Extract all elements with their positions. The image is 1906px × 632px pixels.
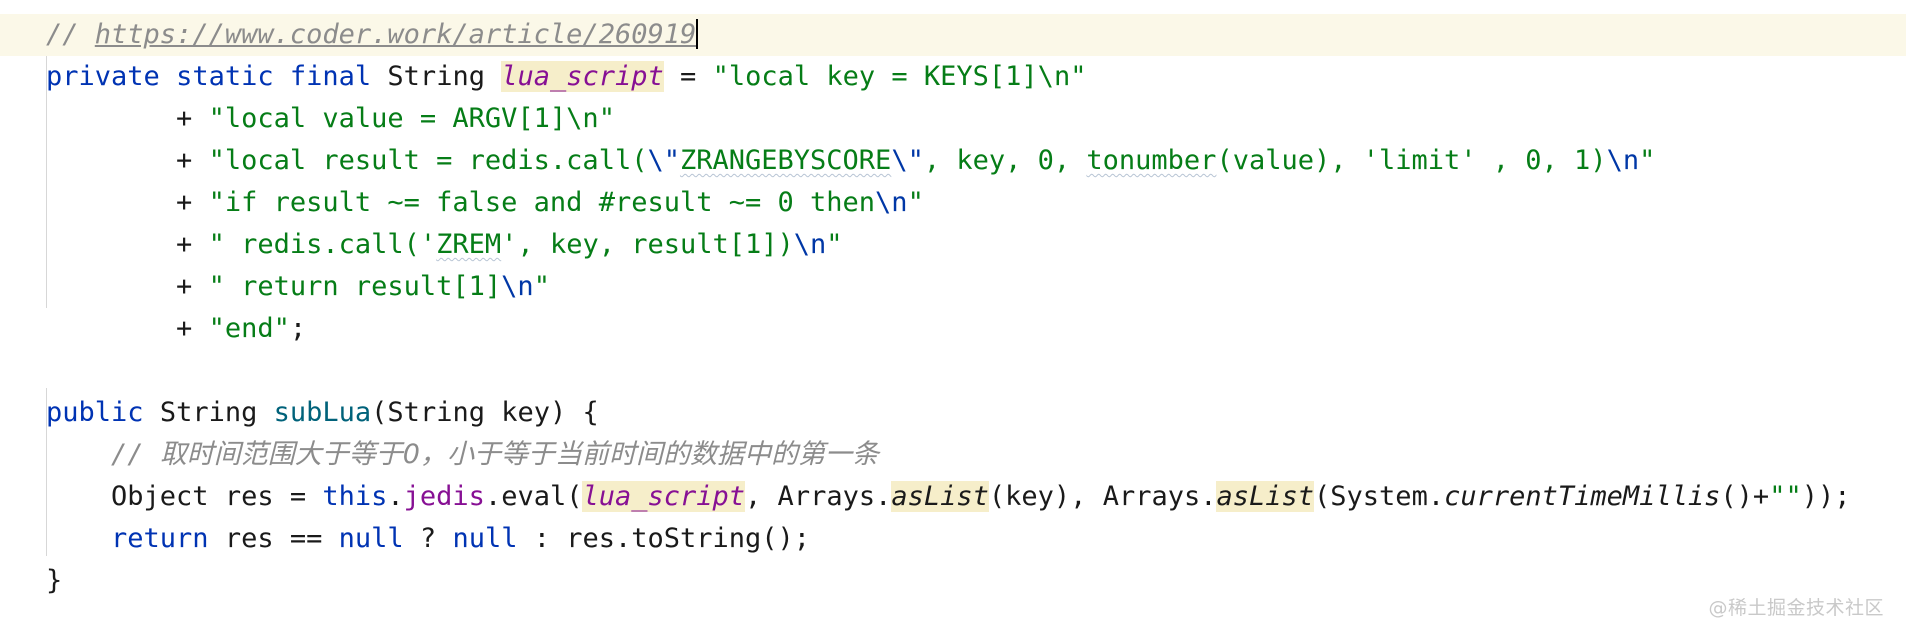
operator-plus: + xyxy=(176,313,209,344)
code-part: ()+ xyxy=(1720,481,1770,512)
operator-plus: + xyxy=(176,145,209,176)
static-method-currenttimemillis[interactable]: currentTimeMillis xyxy=(1444,481,1720,512)
empty-string-literal: "" xyxy=(1769,481,1802,512)
string-literal: "local key = KEYS[1]\n" xyxy=(712,61,1087,92)
type-string: String xyxy=(387,61,485,92)
string-literal: "local value = ARGV[1]\n" xyxy=(208,103,615,134)
code-line-7[interactable]: + " return result[1]\n" xyxy=(0,266,1906,308)
code-part: : res.toString(); xyxy=(517,523,811,554)
code-line-5[interactable]: + "if result ~= false and #result ~= 0 t… xyxy=(0,182,1906,224)
operator-plus: + xyxy=(176,229,209,260)
method-name-sublua[interactable]: subLua xyxy=(274,397,372,428)
keyword-static: static xyxy=(176,61,274,92)
text-caret xyxy=(696,19,699,49)
keyword-final: final xyxy=(289,61,372,92)
code-line-11[interactable]: // 取时间范围大于等于0，小于等于当前时间的数据中的第一条 xyxy=(0,434,1906,476)
string-part: " xyxy=(1639,145,1656,176)
escape-sequence: \n xyxy=(501,271,534,302)
string-part: (value), 'limit' , 0, 1) xyxy=(1216,145,1607,176)
string-part: " xyxy=(907,187,924,218)
code-lines-container[interactable]: // https://www.coder.work/article/260919… xyxy=(0,14,1906,602)
code-line-9-blank[interactable] xyxy=(0,350,1906,392)
method-call-eval: .eval( xyxy=(484,481,583,512)
field-jedis[interactable]: jedis xyxy=(404,481,485,512)
closing-brace: } xyxy=(46,565,63,596)
string-part: "if result ~= false and #result ~= 0 the… xyxy=(208,187,876,218)
semicolon: ; xyxy=(289,313,307,344)
keyword-this: this xyxy=(322,481,388,512)
escape-sequence: \" xyxy=(891,145,924,176)
code-part: )); xyxy=(1801,481,1851,512)
dot-separator: . xyxy=(387,481,404,512)
operator-plus: + xyxy=(176,271,209,302)
code-line-14[interactable]: } xyxy=(0,560,1906,602)
method-params: (String key) { xyxy=(371,397,599,428)
string-literal: "end" xyxy=(208,313,290,344)
string-part: " redis.call(' xyxy=(208,229,437,260)
escape-sequence: \n xyxy=(793,229,827,260)
string-part: "local result = redis.call( xyxy=(208,145,648,176)
escape-sequence: \" xyxy=(647,145,680,176)
spellcheck-zrangebyscore: ZRANGEBYSCORE xyxy=(679,145,892,176)
static-method-aslist-2[interactable]: asList xyxy=(1216,481,1315,512)
code-editor[interactable]: // https://www.coder.work/article/260919… xyxy=(0,0,1906,632)
code-line-13[interactable]: return res == null ? null : res.toString… xyxy=(0,518,1906,560)
operator-plus: + xyxy=(176,187,209,218)
comment-marker: // xyxy=(46,19,95,50)
keyword-return: return xyxy=(111,523,209,554)
declaration-object-res: Object res = xyxy=(111,481,323,512)
code-line-2[interactable]: private static final String lua_script =… xyxy=(0,56,1906,98)
keyword-private: private xyxy=(46,61,160,92)
comment-marker: // xyxy=(111,439,160,470)
spellcheck-zrem: ZREM xyxy=(436,229,502,260)
code-part: (System. xyxy=(1314,481,1445,512)
string-part: " xyxy=(533,271,550,302)
type-string: String xyxy=(159,397,258,428)
ternary-question: ? xyxy=(403,523,453,554)
variable-lua-script[interactable]: lua_script xyxy=(582,481,746,512)
comment-text-cjk: 取时间范围大于等于0，小于等于当前时间的数据中的第一条 xyxy=(159,439,879,470)
code-line-6[interactable]: + " redis.call('ZREM', key, result[1])\n… xyxy=(0,224,1906,266)
string-part: " return result[1] xyxy=(208,271,502,302)
spellcheck-tonumber: tonumber xyxy=(1086,145,1217,176)
operator-plus: + xyxy=(176,103,209,134)
static-method-aslist-1[interactable]: asList xyxy=(891,481,989,512)
code-line-8[interactable]: + "end"; xyxy=(0,308,1906,350)
variable-lua-script[interactable]: lua_script xyxy=(501,61,664,92)
code-line-10[interactable]: public String subLua(String key) { xyxy=(0,392,1906,434)
operator-equals: = xyxy=(663,61,713,92)
code-line-1[interactable]: // https://www.coder.work/article/260919 xyxy=(0,14,1906,56)
code-line-4[interactable]: + "local result = redis.call(\"ZRANGEBYS… xyxy=(0,140,1906,182)
code-part: , Arrays. xyxy=(745,481,892,512)
keyword-null-2: null xyxy=(452,523,518,554)
escape-sequence: \n xyxy=(875,187,908,218)
string-part: ', key, result[1]) xyxy=(501,229,794,260)
code-part: res == xyxy=(208,523,339,554)
watermark: @稀土掘金技术社区 xyxy=(1708,597,1884,619)
string-part: " xyxy=(826,229,843,260)
code-part: (key), Arrays. xyxy=(988,481,1217,512)
code-line-12[interactable]: Object res = this.jedis.eval(lua_script,… xyxy=(0,476,1906,518)
string-part: , key, 0, xyxy=(923,145,1087,176)
comment-url[interactable]: https://www.coder.work/article/260919 xyxy=(95,19,696,50)
keyword-null-1: null xyxy=(338,523,404,554)
keyword-public: public xyxy=(46,397,144,428)
escape-sequence: \n xyxy=(1606,145,1640,176)
code-line-3[interactable]: + "local value = ARGV[1]\n" xyxy=(0,98,1906,140)
